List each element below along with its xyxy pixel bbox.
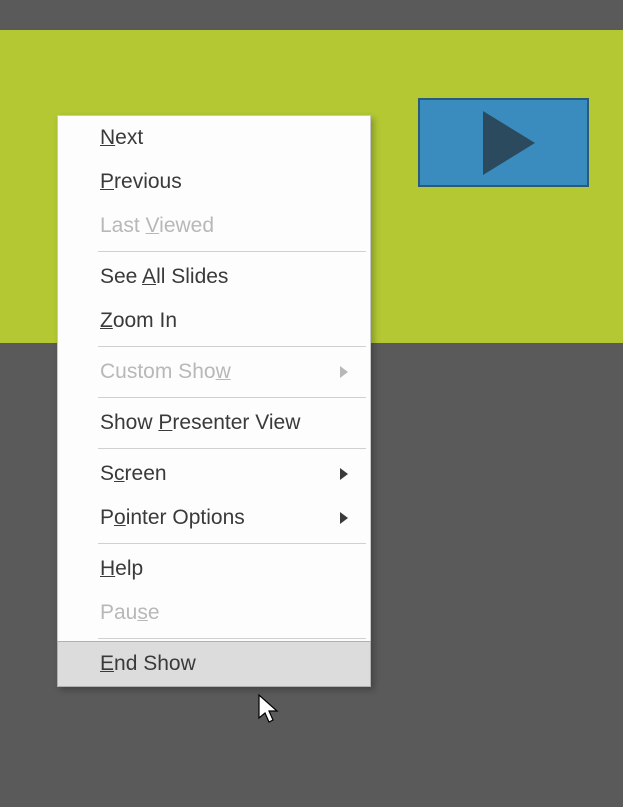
context-menu: Next Previous Last Viewed See All Slides… [57, 115, 371, 687]
play-icon [483, 111, 535, 175]
menu-item-next[interactable]: Next [58, 116, 370, 160]
play-button[interactable] [418, 98, 589, 187]
menu-item-help[interactable]: Help [58, 547, 370, 591]
chevron-right-icon [340, 468, 348, 480]
menu-item-see-all-slides[interactable]: See All Slides [58, 255, 370, 299]
menu-item-previous[interactable]: Previous [58, 160, 370, 204]
cursor-icon [258, 694, 282, 726]
menu-item-screen[interactable]: Screen [58, 452, 370, 496]
menu-item-presenter-view[interactable]: Show Presenter View [58, 401, 370, 445]
menu-item-pause: Pause [58, 591, 370, 635]
chevron-right-icon [340, 512, 348, 524]
menu-separator [98, 638, 366, 639]
menu-separator [98, 448, 366, 449]
chevron-right-icon [340, 366, 348, 378]
menu-item-pointer-options[interactable]: Pointer Options [58, 496, 370, 540]
menu-separator [98, 251, 366, 252]
menu-item-zoom-in[interactable]: Zoom In [58, 299, 370, 343]
menu-separator [98, 397, 366, 398]
menu-item-custom-show: Custom Show [58, 350, 370, 394]
menu-item-end-show[interactable]: End Show [57, 641, 371, 687]
menu-separator [98, 543, 366, 544]
menu-item-last-viewed: Last Viewed [58, 204, 370, 248]
menu-separator [98, 346, 366, 347]
